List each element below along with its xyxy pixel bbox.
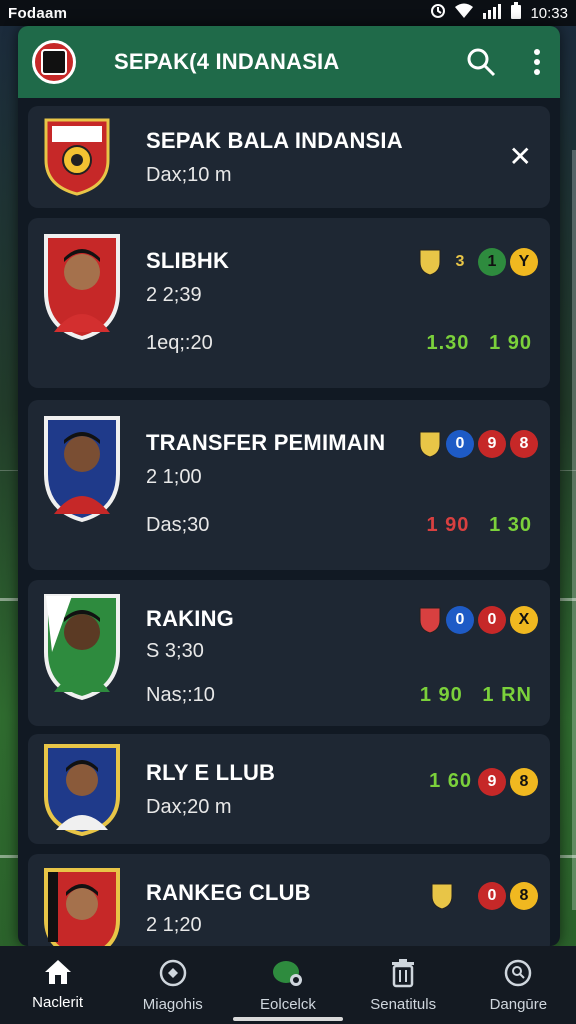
more-vert-icon xyxy=(534,49,540,75)
badge-value: 0 xyxy=(446,606,474,634)
player-photo xyxy=(42,742,120,837)
home-indicator[interactable] xyxy=(233,1017,343,1021)
ball-icon xyxy=(159,959,187,987)
news-card[interactable]: RANKEG CLUB 2 1;20 0 8 xyxy=(28,854,550,946)
badge-value: 1 xyxy=(478,248,506,276)
battery-icon xyxy=(510,2,522,24)
card-title: RAKING xyxy=(146,606,234,631)
nav-item-home[interactable]: Naclerit xyxy=(3,958,113,1011)
search-button[interactable] xyxy=(466,47,496,77)
badge-value: 3 xyxy=(455,253,465,270)
shield-icon xyxy=(419,431,441,458)
player-photo xyxy=(42,866,120,946)
card-title: RLY E LLUB xyxy=(146,760,276,785)
news-card[interactable]: TRANSFER PEMIMAIN 2 1;00 Das;30 0 9 8 1 … xyxy=(28,400,550,570)
news-card[interactable]: RAKING S 3;30 Nas;:10 0 0 X 1 90 1 RN xyxy=(28,580,550,726)
status-icons: 10:33 xyxy=(430,2,568,24)
more-options-button[interactable] xyxy=(532,48,542,76)
score: 1 90 1 30 xyxy=(426,514,532,536)
card-time: 1eq;:20 xyxy=(146,332,213,354)
nav-label: Senatituls xyxy=(370,996,437,1013)
signal-icon xyxy=(482,3,502,23)
player-photo xyxy=(42,414,120,523)
score: 1.30 1 90 xyxy=(426,332,532,354)
nav-item-stats[interactable]: Senatituls xyxy=(348,958,458,1013)
status-bar: Fodaam 10:33 xyxy=(0,0,576,26)
player-photo xyxy=(42,592,120,701)
card-date: Dax;20 m xyxy=(146,796,232,818)
card-time: Nas;:10 xyxy=(146,684,215,706)
news-card[interactable]: SEPAK BALA INDANSIA Dax;10 m ✕ xyxy=(28,106,550,208)
card-time: Das;30 xyxy=(146,514,210,536)
app-title: SEPAK(4 INDANASIA xyxy=(114,49,340,74)
close-icon[interactable]: ✕ xyxy=(509,140,532,173)
badge-value: 8 xyxy=(510,882,538,910)
nav-label: Miagohis xyxy=(142,996,203,1013)
status-badges: 9 8 xyxy=(478,768,538,796)
search-icon xyxy=(467,48,496,77)
player-photo xyxy=(42,232,120,341)
nav-item-chat[interactable]: Eolcelck xyxy=(233,958,343,1013)
news-card[interactable]: SLIBHK 2 2;39 1eq;:20 3 1 Y 1.30 1 90 xyxy=(28,218,550,388)
card-time: Dax;10 m xyxy=(146,164,232,186)
badge-value: 0 xyxy=(478,606,506,634)
main-panel: SEPAK(4 INDANASIA SEPAK BALA INDANSIA Da… xyxy=(18,26,560,946)
card-title: TRANSFER PEMIMAIN xyxy=(146,430,386,455)
card-title: SEPAK BALA INDANSIA xyxy=(146,128,403,153)
score: 1 60 xyxy=(429,770,472,792)
nav-item-search[interactable]: Dangūre xyxy=(463,958,573,1013)
status-carrier: Fodaam xyxy=(8,4,68,22)
card-title: SLIBHK xyxy=(146,248,230,273)
card-date: S 3;30 xyxy=(146,640,204,662)
score: 1 90 1 RN xyxy=(419,684,532,706)
shield-icon xyxy=(431,883,453,910)
app-bar: SEPAK(4 INDANASIA xyxy=(18,26,560,98)
shield-icon xyxy=(419,607,441,634)
nav-label: Eolcelck xyxy=(260,996,316,1013)
search-circle-icon xyxy=(505,959,532,987)
status-badges: 0 9 8 xyxy=(418,430,538,458)
app-logo xyxy=(32,40,76,84)
badge-value: 0 xyxy=(478,882,506,910)
home-icon xyxy=(44,960,71,984)
card-date: 2 2;39 xyxy=(146,284,202,306)
status-time: 10:33 xyxy=(530,4,568,22)
status-badges: 0 0 X xyxy=(418,606,538,634)
bottom-navigation: Naclerit Miagohis Eolcelck Senatituls Da… xyxy=(0,946,576,1024)
card-title: RANKEG CLUB xyxy=(146,880,311,905)
badge-value: 9 xyxy=(478,768,506,796)
alarm-icon xyxy=(430,3,446,23)
status-badges: 0 8 xyxy=(430,882,538,910)
nav-item-matches[interactable]: Miagohis xyxy=(118,958,228,1013)
badge-value: 8 xyxy=(510,768,538,796)
chat-icon xyxy=(272,961,302,986)
nav-label: Naclerit xyxy=(32,994,84,1011)
shield-icon xyxy=(419,249,441,276)
badge-value: Y xyxy=(510,248,538,276)
card-date: 2 1;00 xyxy=(146,466,202,488)
wifi-icon xyxy=(454,3,474,23)
scrollbar[interactable] xyxy=(572,150,576,910)
badge-value: 9 xyxy=(478,430,506,458)
trash-icon xyxy=(392,959,415,988)
badge-value: 8 xyxy=(510,430,538,458)
news-card[interactable]: RLY E LLUB Dax;20 m 1 60 9 8 xyxy=(28,734,550,844)
nav-label: Dangūre xyxy=(489,996,548,1013)
card-date: 2 1;20 xyxy=(146,914,202,936)
club-crest xyxy=(42,116,112,196)
badge-value: X xyxy=(510,606,538,634)
status-badges: 3 1 Y xyxy=(418,248,538,276)
badge-value: 0 xyxy=(446,430,474,458)
